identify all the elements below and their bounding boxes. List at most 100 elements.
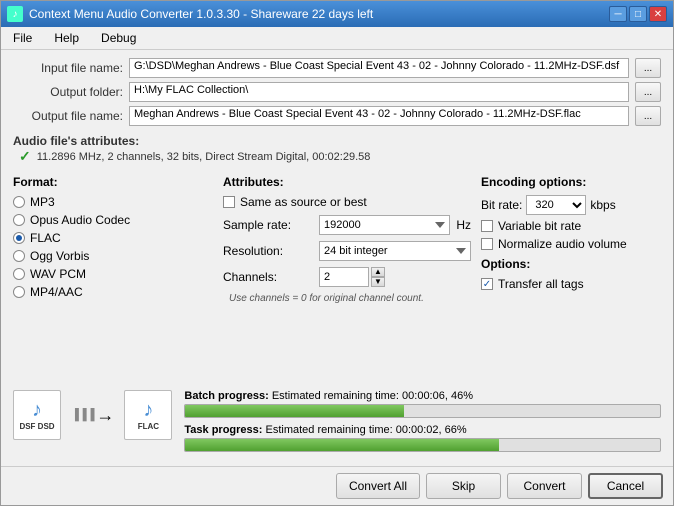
input-file-row: Input file name: G:\DSD\Meghan Andrews -…	[13, 58, 661, 78]
bottom-section: ♪ DSF DSD ▐▐▐ → ♪ FLAC Batch progress: E…	[13, 390, 661, 458]
format-flac-radio[interactable]	[13, 232, 25, 244]
dest-file-icon: ♪ FLAC	[124, 390, 172, 440]
source-type-badge: DSF DSD	[19, 422, 54, 431]
convert-all-button[interactable]: Convert All	[336, 473, 420, 499]
progress-area: Batch progress: Estimated remaining time…	[184, 390, 661, 458]
window-controls: ─ □ ✕	[609, 6, 667, 22]
menu-bar: File Help Debug	[1, 27, 673, 50]
format-wav-radio[interactable]	[13, 268, 25, 280]
format-flac-label: FLAC	[30, 231, 61, 245]
format-mp3-label: MP3	[30, 195, 55, 209]
title-bar-left: ♪ Context Menu Audio Converter 1.0.3.30 …	[7, 6, 373, 22]
same-as-source-checkbox[interactable]	[223, 196, 235, 208]
format-opus-label: Opus Audio Codec	[30, 213, 130, 227]
format-flac[interactable]: FLAC	[13, 231, 213, 245]
window-title: Context Menu Audio Converter 1.0.3.30 - …	[29, 7, 373, 21]
sample-rate-row: Sample rate: 192000 Hz	[223, 215, 471, 235]
task-progress-bar-bg	[184, 438, 661, 452]
audio-attributes-title: Audio file's attributes:	[13, 134, 139, 148]
batch-progress-label: Batch progress: Estimated remaining time…	[184, 390, 661, 402]
transfer-tags-checkbox[interactable]	[481, 278, 493, 290]
output-file-value: Meghan Andrews - Blue Coast Special Even…	[129, 106, 629, 126]
audio-attributes-text: 11.2896 MHz, 2 channels, 32 bits, Direct…	[37, 151, 371, 163]
options-section: Options: Transfer all tags	[481, 257, 661, 291]
format-opus-radio[interactable]	[13, 214, 25, 226]
sample-rate-select[interactable]: 192000	[319, 215, 450, 235]
task-progress-detail: Estimated remaining time: 00:00:02, 66%	[266, 424, 467, 436]
resolution-select[interactable]: 24 bit integer	[319, 241, 471, 261]
attributes-panel: Attributes: Same as source or best Sampl…	[213, 175, 471, 380]
bars-icon: ▐▐▐	[71, 409, 94, 421]
variable-bitrate-row: Variable bit rate	[481, 219, 661, 233]
options-title: Options:	[481, 257, 661, 271]
format-ogg[interactable]: Ogg Vorbis	[13, 249, 213, 263]
arrow-icon: →	[96, 405, 114, 426]
format-opus[interactable]: Opus Audio Codec	[13, 213, 213, 227]
same-as-source-row: Same as source or best	[223, 195, 471, 209]
output-file-browse-button[interactable]: ...	[635, 106, 661, 126]
task-progress-label: Task progress: Estimated remaining time:…	[184, 424, 661, 436]
channels-spinner-buttons: ▲ ▼	[371, 267, 385, 287]
output-folder-value: H:\My FLAC Collection\	[129, 82, 629, 102]
variable-bitrate-checkbox[interactable]	[481, 220, 493, 232]
format-ogg-label: Ogg Vorbis	[30, 249, 89, 263]
source-file-icon: ♪ DSF DSD	[13, 390, 61, 440]
channels-row: Channels: 2 ▲ ▼	[223, 267, 471, 287]
format-ogg-radio[interactable]	[13, 250, 25, 262]
channels-up-button[interactable]: ▲	[371, 267, 385, 277]
normalize-checkbox[interactable]	[481, 238, 493, 250]
transfer-tags-label: Transfer all tags	[498, 277, 584, 291]
batch-progress-bar-bg	[184, 404, 661, 418]
channels-spinner: 2 ▲ ▼	[319, 267, 385, 287]
input-file-label: Input file name:	[13, 61, 123, 75]
menu-debug[interactable]: Debug	[95, 29, 142, 47]
format-mp3[interactable]: MP3	[13, 195, 213, 209]
variable-bitrate-label: Variable bit rate	[498, 219, 581, 233]
transfer-tags-row: Transfer all tags	[481, 277, 661, 291]
app-icon: ♪	[7, 6, 23, 22]
resolution-label: Resolution:	[223, 244, 313, 258]
format-mp3-radio[interactable]	[13, 196, 25, 208]
encoding-title: Encoding options:	[481, 175, 661, 189]
attributes-panel-title: Attributes:	[223, 175, 471, 189]
resolution-row: Resolution: 24 bit integer	[223, 241, 471, 261]
task-progress-bar-fill	[185, 439, 498, 451]
source-note-icon: ♪	[32, 399, 42, 422]
output-folder-browse-button[interactable]: ...	[635, 82, 661, 102]
batch-progress-title: Batch progress:	[184, 390, 271, 402]
format-panel: Format: MP3 Opus Audio Codec FLAC Ogg Vo…	[13, 175, 213, 380]
task-progress-row: Task progress: Estimated remaining time:…	[184, 424, 661, 452]
batch-progress-row: Batch progress: Estimated remaining time…	[184, 390, 661, 418]
channels-input[interactable]: 2	[319, 267, 369, 287]
input-file-value: G:\DSD\Meghan Andrews - Blue Coast Speci…	[129, 58, 629, 78]
input-browse-button[interactable]: ...	[635, 58, 661, 78]
bitrate-row: Bit rate: 320 kbps	[481, 195, 661, 215]
skip-button[interactable]: Skip	[426, 473, 501, 499]
minimize-button[interactable]: ─	[609, 6, 627, 22]
sample-rate-unit: Hz	[456, 218, 471, 232]
batch-progress-detail: Estimated remaining time: 00:00:06, 46%	[272, 390, 473, 402]
convert-button[interactable]: Convert	[507, 473, 582, 499]
bitrate-select[interactable]: 320	[526, 195, 586, 215]
format-wav[interactable]: WAV PCM	[13, 267, 213, 281]
format-mp4[interactable]: MP4/AAC	[13, 285, 213, 299]
bitrate-unit: kbps	[590, 198, 615, 212]
menu-file[interactable]: File	[7, 29, 38, 47]
channels-hint: Use channels = 0 for original channel co…	[223, 293, 471, 304]
output-folder-row: Output folder: H:\My FLAC Collection\ ..…	[13, 82, 661, 102]
maximize-button[interactable]: □	[629, 6, 647, 22]
bottom-buttons: Convert All Skip Convert Cancel	[1, 466, 673, 505]
cancel-button[interactable]: Cancel	[588, 473, 663, 499]
encoding-panel: Encoding options: Bit rate: 320 kbps Var…	[471, 175, 661, 380]
menu-help[interactable]: Help	[48, 29, 85, 47]
same-as-source-label: Same as source or best	[240, 195, 367, 209]
audio-attributes-value: ✓ 11.2896 MHz, 2 channels, 32 bits, Dire…	[13, 148, 661, 165]
task-progress-title: Task progress:	[184, 424, 265, 436]
audio-attributes-section: Audio file's attributes: ✓ 11.2896 MHz, …	[13, 134, 661, 165]
channels-down-button[interactable]: ▼	[371, 277, 385, 287]
conversion-icons: ♪ DSF DSD ▐▐▐ → ♪ FLAC	[13, 390, 172, 440]
title-bar: ♪ Context Menu Audio Converter 1.0.3.30 …	[1, 1, 673, 27]
format-mp4-radio[interactable]	[13, 286, 25, 298]
format-wav-label: WAV PCM	[30, 267, 86, 281]
close-button[interactable]: ✕	[649, 6, 667, 22]
